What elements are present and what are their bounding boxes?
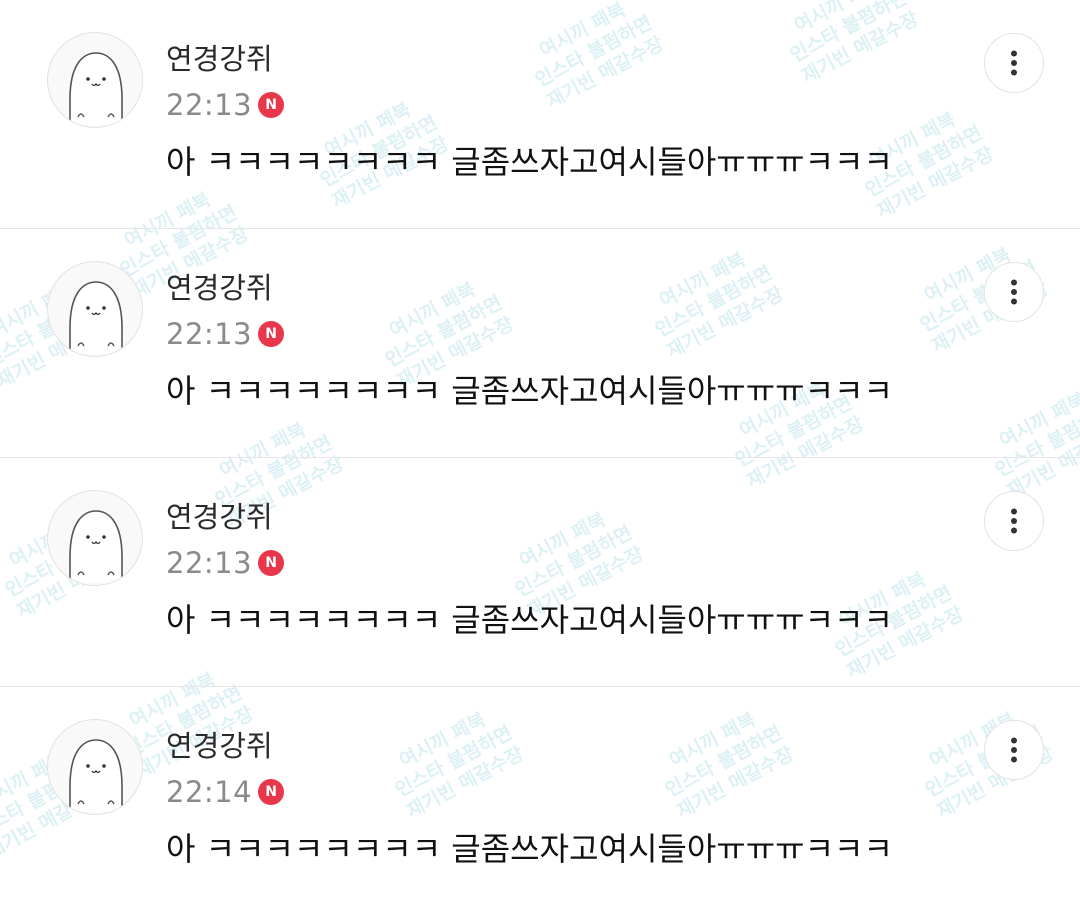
comment-author[interactable]: 연경강쥐	[166, 498, 273, 536]
comment-time: 22:13	[166, 317, 253, 351]
new-badge: N	[258, 550, 285, 576]
seal-character-icon	[69, 739, 123, 812]
avatar[interactable]	[47, 32, 143, 128]
comment-text: 아 ㅋㅋㅋㅋㅋㅋㅋㅋ 글좀쓰자고여시들아ㅠㅠㅠㅋㅋㅋ	[166, 143, 893, 181]
avatar[interactable]	[47, 261, 143, 357]
new-badge: N	[258, 92, 285, 118]
more-vertical-icon	[1011, 50, 1017, 76]
new-badge: N	[258, 321, 285, 347]
comment-item: 연경강쥐 22:13 N 아 ㅋㅋㅋㅋㅋㅋㅋㅋ 글좀쓰자고여시들아ㅠㅠㅠㅋㅋㅋ	[0, 229, 1080, 458]
more-vertical-icon	[1011, 508, 1017, 534]
new-badge: N	[258, 779, 285, 805]
comment-meta: 22:13 N	[166, 86, 285, 124]
avatar[interactable]	[47, 490, 143, 586]
seal-character-icon	[69, 52, 123, 125]
comment-list: 연경강쥐 22:13 N 아 ㅋㅋㅋㅋㅋㅋㅋㅋ 글좀쓰자고여시들아ㅠㅠㅠㅋㅋㅋ	[0, 0, 1080, 902]
comment-text: 아 ㅋㅋㅋㅋㅋㅋㅋㅋ 글좀쓰자고여시들아ㅠㅠㅠㅋㅋㅋ	[166, 601, 893, 639]
comment-text: 아 ㅋㅋㅋㅋㅋㅋㅋㅋ 글좀쓰자고여시들아ㅠㅠㅠㅋㅋㅋ	[166, 372, 893, 410]
more-options-button[interactable]	[984, 33, 1044, 93]
comment-screen: 여시끼 페북 인스타 불펌하면 재기빈 메갈수장 여시끼 페북 인스타 불펌하면 재기빈…	[0, 0, 1080, 902]
avatar[interactable]	[47, 719, 143, 815]
more-options-button[interactable]	[984, 262, 1044, 322]
more-vertical-icon	[1011, 737, 1017, 763]
comment-author[interactable]: 연경강쥐	[166, 269, 273, 307]
comment-time: 22:13	[166, 546, 253, 580]
comment-meta: 22:13 N	[166, 544, 285, 582]
seal-character-icon	[69, 510, 123, 583]
comment-item: 연경강쥐 22:13 N 아 ㅋㅋㅋㅋㅋㅋㅋㅋ 글좀쓰자고여시들아ㅠㅠㅠㅋㅋㅋ	[0, 458, 1080, 687]
seal-character-icon	[69, 281, 123, 354]
comment-author[interactable]: 연경강쥐	[166, 727, 273, 765]
more-options-button[interactable]	[984, 720, 1044, 780]
comment-author[interactable]: 연경강쥐	[166, 40, 273, 78]
comment-item: 연경강쥐 22:13 N 아 ㅋㅋㅋㅋㅋㅋㅋㅋ 글좀쓰자고여시들아ㅠㅠㅠㅋㅋㅋ	[0, 0, 1080, 229]
comment-meta: 22:14 N	[166, 773, 285, 811]
more-options-button[interactable]	[984, 491, 1044, 551]
comment-meta: 22:13 N	[166, 315, 285, 353]
comment-text: 아 ㅋㅋㅋㅋㅋㅋㅋㅋ 글좀쓰자고여시들아ㅠㅠㅠㅋㅋㅋ	[166, 830, 893, 868]
comment-item: 연경강쥐 22:14 N 아 ㅋㅋㅋㅋㅋㅋㅋㅋ 글좀쓰자고여시들아ㅠㅠㅠㅋㅋㅋ	[0, 687, 1080, 902]
more-vertical-icon	[1011, 279, 1017, 305]
comment-time: 22:13	[166, 88, 253, 122]
comment-time: 22:14	[166, 775, 253, 809]
